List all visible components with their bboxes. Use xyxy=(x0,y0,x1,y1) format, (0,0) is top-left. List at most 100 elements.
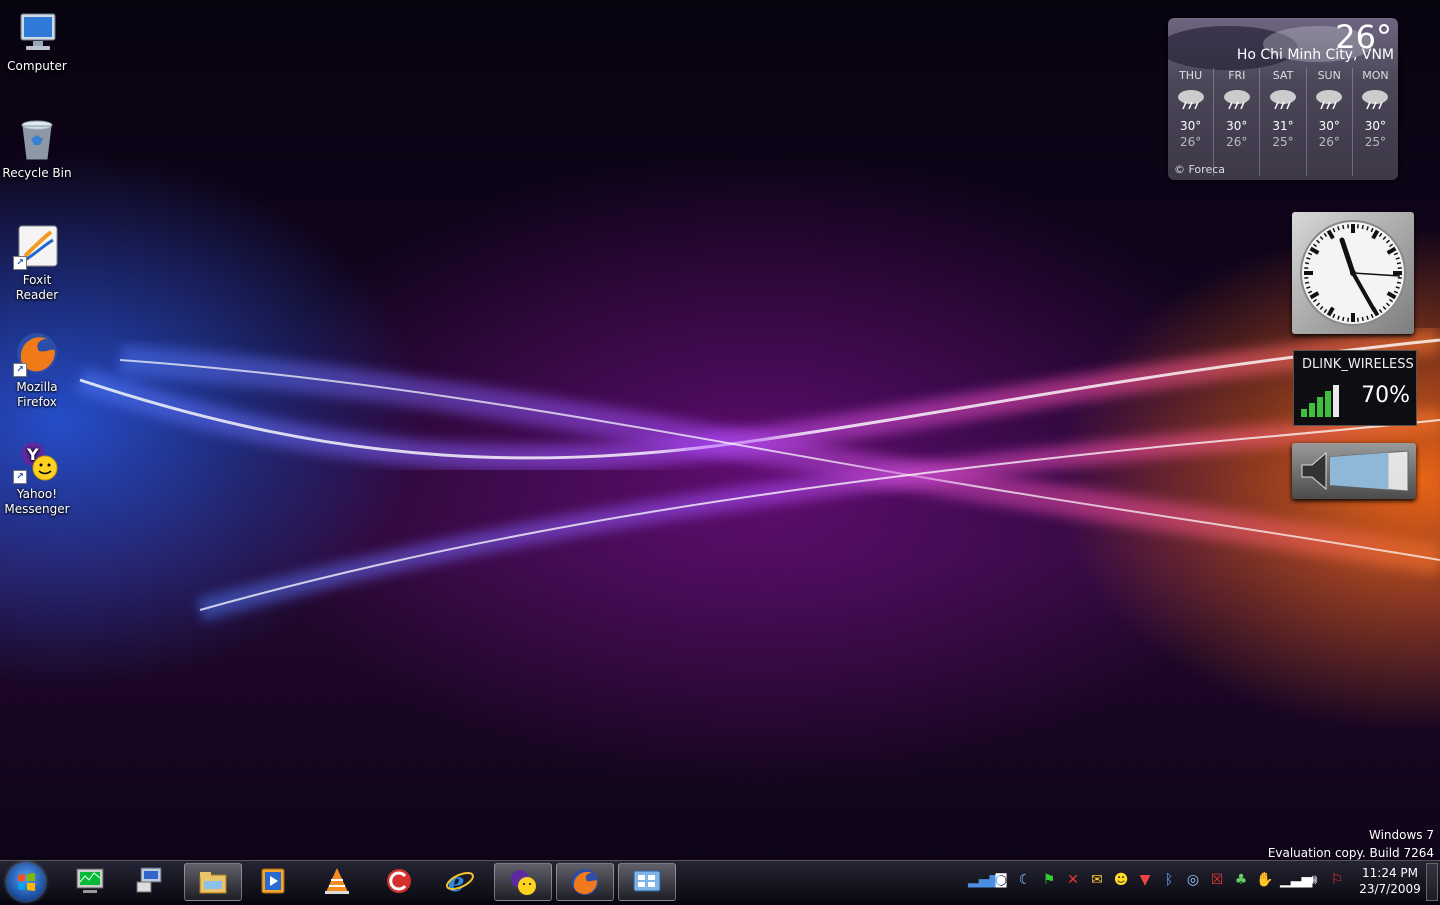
evaluation-watermark: Windows 7 Evaluation copy. Build 7264 xyxy=(1268,826,1434,862)
action-center-icon[interactable]: ⚐ xyxy=(1328,871,1346,889)
thunderstorm-icon xyxy=(1268,88,1298,110)
flag-tray-icon[interactable]: ⚑ xyxy=(1040,871,1058,889)
forecast-low: 25° xyxy=(1260,135,1305,149)
windows-logo-icon xyxy=(7,863,45,901)
foxit-reader-icon: ↗ xyxy=(13,222,61,270)
network-tray-icon[interactable]: ▁▃▅ xyxy=(1280,871,1298,889)
signal-tray-icon[interactable]: ▂▄▆ xyxy=(968,871,986,889)
taskbar: e ▂▄▆ ◙ ☾ ⚑ ✕ ✉ ☻ ▼ ᛒ ◎ ☒ ♣ ✋ ▁▃▅ 🔊︎ ⚐ 1… xyxy=(0,860,1440,901)
forecast-high: 30° xyxy=(1214,119,1259,133)
forecast-day: SAT 31° 25° xyxy=(1259,68,1305,176)
volume-gadget[interactable] xyxy=(1292,443,1416,499)
taskbar-media-player[interactable] xyxy=(245,863,301,899)
clock-tick xyxy=(1305,282,1309,283)
thunderstorm-icon xyxy=(1222,88,1252,110)
forecast-day: FRI 30° 26° xyxy=(1213,68,1259,176)
taskbar-ccleaner[interactable] xyxy=(371,863,427,899)
tray-app-icon[interactable]: ◎ xyxy=(1184,871,1202,889)
clock-tick xyxy=(1305,263,1309,264)
desktop-icon-recycle-bin[interactable]: Recycle Bin xyxy=(0,107,74,181)
yahoo-messenger-icon xyxy=(508,867,538,897)
speaker-tray-icon[interactable]: 🔊︎ xyxy=(1304,871,1322,889)
taskbar-network[interactable] xyxy=(122,863,178,899)
signal-bars-icon xyxy=(1301,383,1343,417)
clock-date: 23/7/2009 xyxy=(1356,881,1424,897)
desktop-icon-label: Mozilla Firefox xyxy=(12,380,62,410)
tray-app-icon[interactable]: ☒ xyxy=(1208,871,1226,889)
clock-tick xyxy=(1343,317,1344,321)
yahoo-messenger-icon: Y ↗ xyxy=(13,436,61,484)
shortcut-arrow-icon: ↗ xyxy=(13,363,27,377)
media-player-icon xyxy=(258,866,288,896)
ccleaner-icon xyxy=(384,866,414,896)
taskbar-vlc[interactable] xyxy=(309,863,365,899)
desktop-icon-yahoo-messenger[interactable]: Y ↗ Yahoo! Messenger xyxy=(0,428,74,517)
forecast-day-name: THU xyxy=(1168,69,1213,82)
firefox-icon xyxy=(570,867,600,897)
show-desktop-button[interactable] xyxy=(1426,863,1438,901)
taskbar-explorer[interactable] xyxy=(184,863,242,901)
yahoo-tray-icon[interactable]: ☻ xyxy=(1112,871,1130,889)
forecast-high: 30° xyxy=(1353,119,1398,133)
network-icon xyxy=(135,866,165,896)
task-manager-icon xyxy=(75,866,105,896)
forecast-day-name: SAT xyxy=(1260,69,1305,82)
clock-tick xyxy=(1397,263,1401,264)
start-button[interactable] xyxy=(7,863,45,901)
forecast-high: 30° xyxy=(1168,119,1213,133)
tray-app-icon[interactable]: ▼ xyxy=(1136,871,1154,889)
forecast-day-name: SUN xyxy=(1307,69,1352,82)
taskbar-task-manager[interactable] xyxy=(62,863,118,899)
forecast-high: 30° xyxy=(1307,119,1352,133)
weather-gadget[interactable]: 26° Ho Chi Minh City, VNM THU 30° 26° FR… xyxy=(1168,18,1398,180)
taskbar-firefox[interactable] xyxy=(556,863,614,901)
forecast-day: SUN 30° 26° xyxy=(1306,68,1352,176)
explorer-icon xyxy=(198,867,228,897)
weather-city: Ho Chi Minh City, VNM xyxy=(1237,47,1394,63)
clock-tick xyxy=(1362,225,1363,229)
shortcut-arrow-icon: ↗ xyxy=(13,256,27,270)
thunderstorm-icon xyxy=(1360,88,1390,110)
taskbar-control-panel[interactable] xyxy=(618,863,676,901)
tray-app-icon[interactable]: ✕ xyxy=(1064,871,1082,889)
taskbar-internet-explorer[interactable]: e xyxy=(432,863,488,899)
tray-app-icon[interactable]: ✋ xyxy=(1256,871,1274,889)
desktop-icon-foxit-reader[interactable]: ↗ Foxit Reader xyxy=(0,214,74,303)
tray-app-icon[interactable]: ♣ xyxy=(1232,871,1250,889)
tray-app-icon[interactable]: ◙ xyxy=(992,871,1010,889)
taskbar-clock[interactable]: 11:24 PM 23/7/2009 xyxy=(1356,865,1424,897)
forecast-day: MON 30° 25° xyxy=(1352,68,1398,176)
desktop-icon-firefox[interactable]: ↗ Mozilla Firefox xyxy=(0,321,74,410)
desktop-icon-computer[interactable]: Computer xyxy=(0,0,74,74)
forecast-low: 26° xyxy=(1214,135,1259,149)
forecast-high: 31° xyxy=(1260,119,1305,133)
tray-app-icon[interactable]: ☾ xyxy=(1016,871,1034,889)
thunderstorm-icon xyxy=(1314,88,1344,110)
forecast-low: 25° xyxy=(1353,135,1398,149)
desktop-icon-label: Computer xyxy=(0,59,74,74)
mail-tray-icon[interactable]: ✉ xyxy=(1088,871,1106,889)
firefox-icon: ↗ xyxy=(13,329,61,377)
svg-text:e: e xyxy=(448,868,465,896)
thunderstorm-icon xyxy=(1176,88,1206,110)
speaker-icon xyxy=(1292,443,1416,499)
forecast-day-name: FRI xyxy=(1214,69,1259,82)
clock-tick xyxy=(1362,317,1363,321)
forecast-low: 26° xyxy=(1307,135,1352,149)
desktop-icon-label: Recycle Bin xyxy=(0,166,74,181)
wifi-signal-percent: 70% xyxy=(1361,383,1410,408)
desktop-icon-label: Yahoo! Messenger xyxy=(4,487,70,517)
forecast-day-name: MON xyxy=(1353,69,1398,82)
system-tray: ▂▄▆ ◙ ☾ ⚑ ✕ ✉ ☻ ▼ ᛒ ◎ ☒ ♣ ✋ ▁▃▅ 🔊︎ ⚐ xyxy=(968,871,1346,891)
wifi-ssid: DLINK_WIRELESS xyxy=(1302,357,1414,372)
clock-time: 11:24 PM xyxy=(1356,865,1424,881)
wifi-gadget[interactable]: DLINK_WIRELESS 70% xyxy=(1293,350,1417,426)
taskbar-yahoo-messenger[interactable] xyxy=(494,863,552,901)
bluetooth-tray-icon[interactable]: ᛒ xyxy=(1160,871,1178,889)
clock-tick xyxy=(1343,225,1344,229)
forecast-days: THU 30° 26° FRI 30° 26° SAT 31° 25° SUN … xyxy=(1168,68,1398,176)
control-panel-icon xyxy=(632,867,662,897)
clock-gadget[interactable] xyxy=(1292,212,1414,334)
weather-credit: © Foreca xyxy=(1174,163,1225,176)
watermark-os: Windows 7 xyxy=(1268,826,1434,844)
